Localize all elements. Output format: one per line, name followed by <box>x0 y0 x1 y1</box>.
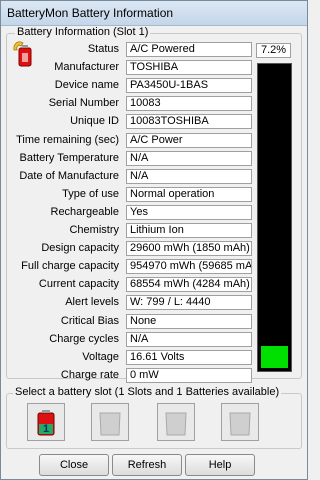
slot-button-1[interactable]: 1 <box>27 403 65 441</box>
field-row: Device name PA3450U-1BAS <box>9 78 252 94</box>
field-value: 954970 mWh (59685 mAh) <box>126 259 252 275</box>
field-row: Date of Manufacture N/A <box>9 168 252 185</box>
field-label: Charge rate <box>60 368 119 381</box>
field-row: Charge rate 0 mW <box>9 367 252 384</box>
field-value: A/C Powered <box>126 42 252 57</box>
field-value: 68554 mWh (4284 mAh) <box>126 277 252 293</box>
field-label: Charge cycles <box>49 332 119 345</box>
battery-slot-group: Select a battery slot (1 Slots and 1 Bat… <box>6 386 302 449</box>
field-row: Alert levels W: 799 / L: 4440 <box>9 295 252 311</box>
battery-slot-empty-icon <box>165 412 187 436</box>
field-row: Design capacity 29600 mWh (1850 mAh) <box>9 241 252 257</box>
field-value: 16.61 Volts <box>126 349 252 365</box>
field-label: Chemistry <box>69 224 119 236</box>
slot-button-4[interactable] <box>221 403 259 441</box>
field-row: Status A/C Powered <box>9 42 252 58</box>
field-label: Voltage <box>82 350 119 363</box>
battery-slot-active-icon: 1 <box>37 410 55 436</box>
charge-gauge-fill <box>261 346 288 368</box>
field-row: Voltage 16.61 Volts <box>9 349 252 366</box>
field-label: Type of use <box>62 187 119 200</box>
field-row: Type of use Normal operation <box>9 186 252 203</box>
battery-slot-legend: Select a battery slot (1 Slots and 1 Bat… <box>13 386 282 398</box>
refresh-button[interactable]: Refresh <box>112 454 182 476</box>
field-value: 0 mW <box>126 367 252 383</box>
field-value: TOSHIBA <box>126 60 252 76</box>
field-value: Lithium Ion <box>126 223 252 238</box>
field-value: Normal operation <box>126 186 252 202</box>
help-button[interactable]: Help <box>185 454 255 476</box>
field-row: Battery Temperature N/A <box>9 150 252 167</box>
field-label: Unique ID <box>70 115 119 128</box>
field-row: Chemistry Lithium Ion <box>9 223 252 239</box>
field-label: Status <box>87 43 119 55</box>
field-label: Serial Number <box>48 97 119 110</box>
battery-info-window: BatteryMon Battery Information Battery I… <box>0 0 308 480</box>
field-row: Critical Bias None <box>9 313 252 330</box>
field-label: Manufacturer <box>54 61 119 74</box>
field-label: Current capacity <box>38 278 119 291</box>
field-row: Current capacity 68554 mWh (4284 mAh) <box>9 277 252 293</box>
field-label: Time remaining (sec) <box>16 133 119 146</box>
slot-button-3[interactable] <box>157 403 195 441</box>
field-value: A/C Power <box>126 132 252 148</box>
field-label: Rechargeable <box>50 205 120 218</box>
field-value: 29600 mWh (1850 mAh) <box>126 241 252 257</box>
charge-gauge <box>257 63 292 372</box>
field-label: Alert levels <box>65 296 119 309</box>
field-value: 10083 <box>126 96 252 112</box>
title-bar[interactable]: BatteryMon Battery Information <box>1 1 307 26</box>
field-row: Full charge capacity 954970 mWh (59685 mA… <box>9 259 252 275</box>
window-title: BatteryMon Battery Information <box>7 6 174 20</box>
field-value: Yes <box>126 204 252 220</box>
field-value: PA3450U-1BAS <box>126 78 252 94</box>
field-label: Device name <box>54 79 119 92</box>
battery-information-legend: Battery Information (Slot 1) <box>15 26 151 38</box>
field-value: 10083TOSHIBA <box>126 114 252 130</box>
field-row: Unique ID 10083TOSHIBA <box>9 114 252 130</box>
close-button[interactable]: Close <box>39 454 109 476</box>
field-row: Time remaining (sec) A/C Power <box>9 132 252 149</box>
field-row: Rechargeable Yes <box>9 204 252 221</box>
field-row: Serial Number 10083 <box>9 96 252 112</box>
slot-button-2[interactable] <box>91 403 129 441</box>
field-value: N/A <box>126 150 252 166</box>
field-label: Date of Manufacture <box>19 169 119 182</box>
field-label: Battery Temperature <box>19 151 119 164</box>
battery-slot-empty-icon <box>229 412 251 436</box>
field-label: Critical Bias <box>60 314 119 327</box>
battery-slot-empty-icon <box>99 412 121 436</box>
field-value: None <box>126 313 252 329</box>
charge-percent: 7.2% <box>256 43 291 58</box>
field-row: Manufacturer TOSHIBA <box>9 60 252 76</box>
slot-number-label: 1 <box>43 423 49 435</box>
field-value: N/A <box>126 168 252 184</box>
field-row: Charge cycles N/A <box>9 331 252 348</box>
field-value: W: 799 / L: 4440 <box>126 295 252 311</box>
field-label: Full charge capacity <box>21 260 119 273</box>
field-label: Design capacity <box>41 242 119 255</box>
field-value: N/A <box>126 331 252 347</box>
